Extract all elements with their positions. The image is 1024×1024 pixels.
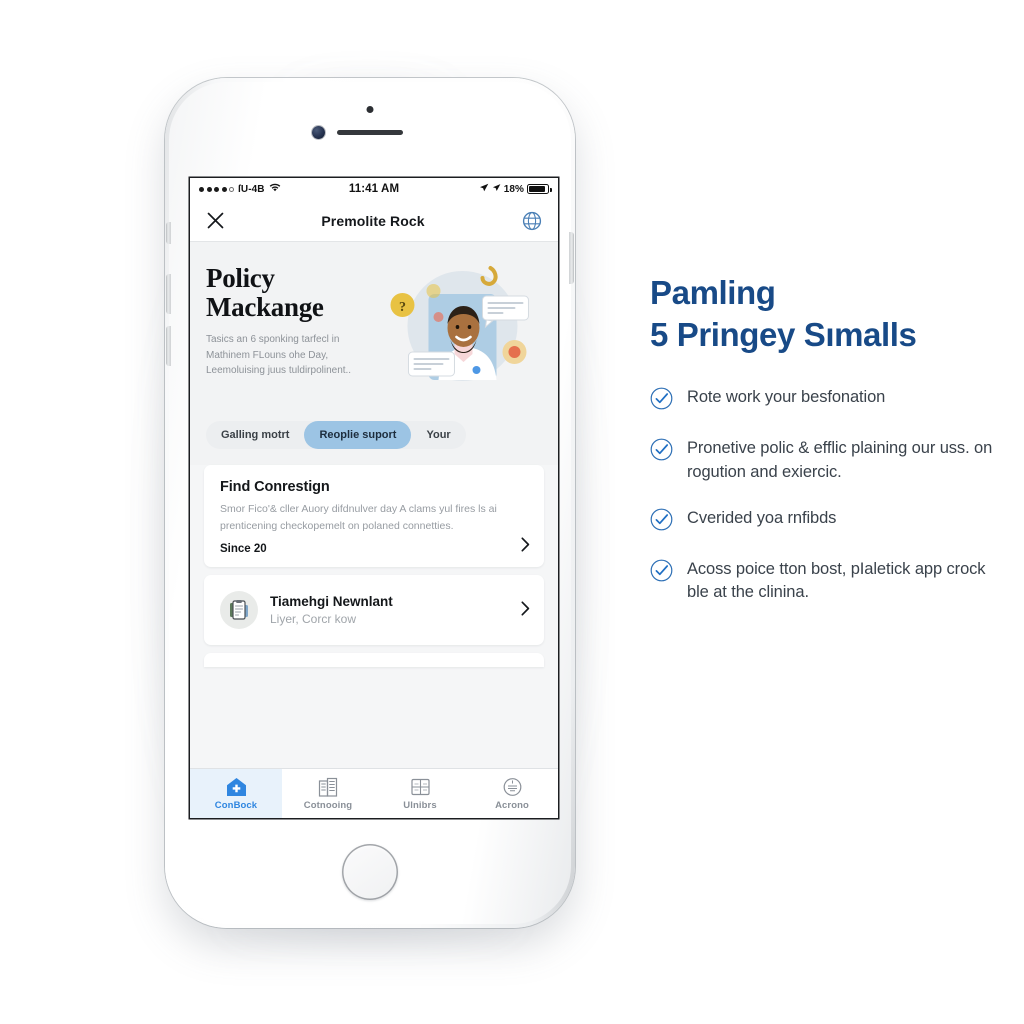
filter-chips: Galling motrt Reoplie suport Your <box>190 413 558 465</box>
tab-label: ConBock <box>214 800 258 811</box>
hero-title-line2: Mackange <box>206 292 324 323</box>
location-arrow-icon <box>479 183 489 196</box>
hero-section: Policy Mackange Tasics an 6 sponking tar… <box>190 242 558 413</box>
tab-ulnibrs[interactable]: Ulnibrs <box>374 769 466 818</box>
close-icon[interactable] <box>204 210 226 232</box>
tab-label: Ulnibrs <box>403 800 437 811</box>
hero-title-line1: Policy <box>206 263 275 293</box>
svg-text:?: ? <box>399 300 406 315</box>
list-item-label: Pronetive polic & efflic plaining our us… <box>687 439 993 482</box>
front-camera-icon <box>312 126 325 139</box>
tab-cotnooing[interactable]: Cotnooing <box>282 769 374 818</box>
power-button[interactable] <box>569 232 574 284</box>
panel-heading: Pamling 5 Pringey Sımalls <box>650 272 1000 356</box>
nav-bar: Premolite Rock <box>190 200 558 242</box>
chevron-right-icon <box>521 601 530 619</box>
proximity-sensor-icon <box>366 106 374 113</box>
chip-galling-motrt[interactable]: Galling motrt <box>206 421 304 449</box>
phone-device: ſU-4B 11:41 AM 18% Premolite Rock Policy… <box>165 78 575 928</box>
buildings-icon <box>318 776 339 797</box>
mute-switch-button[interactable] <box>166 222 171 244</box>
card-subtitle: Liyer, Corcr kow <box>270 611 357 626</box>
status-time: 11:41 AM <box>348 183 400 195</box>
card-partial-next[interactable] <box>204 652 544 667</box>
home-button[interactable] <box>342 844 398 900</box>
phone-screen: ſU-4B 11:41 AM 18% Premolite Rock Policy… <box>190 178 558 818</box>
wifi-icon <box>269 183 281 195</box>
hospital-home-icon <box>226 776 247 797</box>
list-item: Acoss poice tton bost, pIaletick app cro… <box>650 558 1000 605</box>
hero-body-text: Tasics an 6 sponking tarfecl in Mathinem… <box>206 334 352 377</box>
bottom-tab-bar: ConBock Cotnooing Ulnibrs Acrono <box>190 768 558 818</box>
carrier-label: ſU-4B <box>238 183 265 195</box>
card-meta: Since 20 <box>220 542 267 555</box>
card-tiamehgi-newnlant[interactable]: Tiamehgi Newnlant Liyer, Corcr kow <box>204 574 544 645</box>
check-circle-icon <box>650 507 673 536</box>
card-body: Smor Fico'& cller Auory difdnulver day A… <box>220 503 497 532</box>
panel-heading-line2: 5 Pringey Sımalls <box>650 316 917 354</box>
tab-conbock[interactable]: ConBock <box>190 769 282 818</box>
card-list: Find Conrestign Smor Fico'& cller Auory … <box>190 465 558 667</box>
right-info-panel: Pamling 5 Pringey Sımalls Rote work your… <box>650 272 1000 627</box>
panel-heading-line1: Pamling <box>650 274 776 311</box>
hero-text-block: Policy Mackange Tasics an 6 sponking tar… <box>206 260 375 407</box>
circle-badge-icon <box>502 776 523 797</box>
doctor-illustration: ? <box>381 260 542 407</box>
tab-acrono[interactable]: Acrono <box>466 769 558 818</box>
globe-icon[interactable] <box>520 209 544 233</box>
list-item-label: Cverided yoa rnfibds <box>687 508 837 527</box>
list-item: Cverided yoa rnfibds <box>650 507 1000 536</box>
page-title: Premolite Rock <box>321 212 425 229</box>
tab-label: Cotnooing <box>303 800 353 811</box>
check-circle-icon <box>650 558 673 605</box>
chip-your[interactable]: Your <box>411 421 465 449</box>
alarm-arrow-icon <box>492 183 501 196</box>
volume-up-button[interactable] <box>166 274 171 314</box>
volume-down-button[interactable] <box>166 326 171 366</box>
grid-window-icon <box>410 776 431 797</box>
tab-label: Acrono <box>495 800 529 811</box>
phone-body: ſU-4B 11:41 AM 18% Premolite Rock Policy… <box>166 82 574 924</box>
check-circle-icon <box>650 386 673 415</box>
signal-dots-icon <box>199 186 234 192</box>
list-item: Pronetive polic & efflic plaining our us… <box>650 437 1000 484</box>
chip-reoplie-suport[interactable]: Reoplie suport <box>304 421 412 449</box>
benefits-list: Rote work your besfonation Pronetive pol… <box>650 386 1000 604</box>
card-title: Find Conrestign <box>220 479 330 495</box>
list-item: Rote work your besfonation <box>650 386 1000 415</box>
list-item-label: Rote work your besfonation <box>687 388 886 407</box>
status-bar: ſU-4B 11:41 AM 18% <box>190 178 558 200</box>
list-item-label: Acoss poice tton bost, pIaletick app cro… <box>687 559 986 602</box>
clipboard-document-icon <box>220 590 258 629</box>
chevron-right-icon <box>521 537 530 555</box>
card-title: Tiamehgi Newnlant <box>270 593 393 609</box>
hero-title: Policy Mackange <box>206 263 375 323</box>
card-find-conrestign[interactable]: Find Conrestign Smor Fico'& cller Auory … <box>204 465 544 567</box>
check-circle-icon <box>650 437 673 484</box>
earpiece-speaker <box>337 130 403 135</box>
battery-icon <box>527 184 552 194</box>
battery-percent-label: 18% <box>503 183 525 195</box>
